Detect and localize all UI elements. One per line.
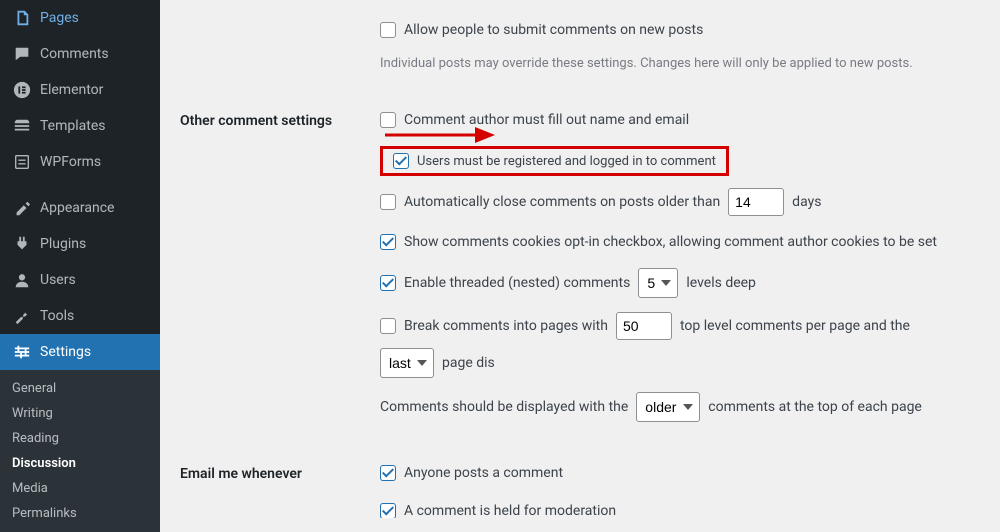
allow-comments-label: Allow people to submit comments on new p… xyxy=(404,22,703,38)
default-article-note: Individual posts may override these sett… xyxy=(380,56,970,71)
break-post-label: page dis xyxy=(442,355,495,371)
sidebar-item-label: Appearance xyxy=(40,200,114,216)
settings-icon xyxy=(12,342,32,362)
submenu-item-media[interactable]: Media xyxy=(0,476,160,501)
sidebar-item-templates[interactable]: Templates xyxy=(0,108,160,144)
author-fill-label: Comment author must fill out name and em… xyxy=(404,112,689,128)
sidebar-item-label: WPForms xyxy=(40,154,101,170)
break-pages-checkbox[interactable] xyxy=(380,318,396,334)
auto-close-checkbox[interactable] xyxy=(380,194,396,210)
sidebar-item-plugins[interactable]: Plugins xyxy=(0,226,160,262)
settings-submenu: General Writing Reading Discussion Media… xyxy=(0,370,160,532)
threaded-levels-select[interactable]: 5 xyxy=(638,268,678,298)
anyone-posts-label: Anyone posts a comment xyxy=(404,465,563,481)
allow-comments-checkbox[interactable] xyxy=(380,22,396,38)
auto-close-pre-label: Automatically close comments on posts ol… xyxy=(404,194,720,210)
pages-icon xyxy=(12,8,32,28)
sidebar-item-settings[interactable]: Settings xyxy=(0,334,160,370)
auto-close-post-label: days xyxy=(792,194,821,210)
cookies-optin-checkbox[interactable] xyxy=(380,234,396,250)
threaded-pre-label: Enable threaded (nested) comments xyxy=(404,275,630,291)
users-icon xyxy=(12,270,32,290)
email-me-heading: Email me whenever xyxy=(180,446,380,518)
held-moderation-checkbox[interactable] xyxy=(380,503,396,518)
sidebar-item-tools[interactable]: Tools xyxy=(0,298,160,334)
sidebar-item-pages[interactable]: Pages xyxy=(0,0,160,36)
break-lastfirst-select[interactable]: last xyxy=(380,348,434,378)
appearance-icon xyxy=(12,198,32,218)
highlight-box: Users must be registered and logged in t… xyxy=(380,146,729,176)
display-post-label: comments at the top of each page xyxy=(708,399,922,415)
break-mid-label: top level comments per page and the xyxy=(680,318,910,334)
sidebar-item-label: Tools xyxy=(40,308,74,324)
elementor-icon xyxy=(12,80,32,100)
sidebar-item-label: Pages xyxy=(40,10,79,26)
sidebar-item-appearance[interactable]: Appearance xyxy=(0,190,160,226)
must-register-checkbox[interactable] xyxy=(393,153,409,169)
sidebar-item-label: Users xyxy=(40,272,76,288)
plugins-icon xyxy=(12,234,32,254)
sidebar-item-label: Templates xyxy=(40,118,106,134)
submenu-item-reading[interactable]: Reading xyxy=(0,426,160,451)
sidebar-item-label: Settings xyxy=(40,344,91,360)
submenu-item-general[interactable]: General xyxy=(0,376,160,401)
sidebar-item-label: Comments xyxy=(40,46,109,62)
auto-close-days-input[interactable] xyxy=(728,188,784,216)
submenu-item-permalinks[interactable]: Permalinks xyxy=(0,501,160,526)
threaded-post-label: levels deep xyxy=(686,275,756,291)
break-pre-label: Break comments into pages with xyxy=(404,318,608,334)
must-register-label: Users must be registered and logged in t… xyxy=(417,154,716,169)
comment-icon xyxy=(12,44,32,64)
tools-icon xyxy=(12,306,32,326)
held-moderation-label: A comment is held for moderation xyxy=(404,503,616,518)
anyone-posts-checkbox[interactable] xyxy=(380,465,396,481)
submenu-item-discussion[interactable]: Discussion xyxy=(0,451,160,476)
threaded-checkbox[interactable] xyxy=(380,275,396,291)
settings-content: Allow people to submit comments on new p… xyxy=(160,0,1000,518)
cookies-optin-label: Show comments cookies opt-in checkbox, a… xyxy=(404,234,937,250)
submenu-item-writing[interactable]: Writing xyxy=(0,401,160,426)
break-perpage-input[interactable] xyxy=(616,312,672,340)
author-fill-checkbox[interactable] xyxy=(380,112,396,128)
display-order-select[interactable]: older xyxy=(636,392,700,422)
sidebar-item-comments[interactable]: Comments xyxy=(0,36,160,72)
templates-icon xyxy=(12,116,32,136)
sidebar-item-wpforms[interactable]: WPForms xyxy=(0,144,160,180)
sidebar-item-label: Plugins xyxy=(40,236,86,252)
wpforms-icon xyxy=(12,152,32,172)
sidebar: Pages Comments Elementor Templates WPFor… xyxy=(0,0,160,518)
display-pre-label: Comments should be displayed with the xyxy=(380,399,628,415)
sidebar-item-users[interactable]: Users xyxy=(0,262,160,298)
other-comment-heading: Other comment settings xyxy=(180,93,380,446)
sidebar-item-label: Elementor xyxy=(40,82,103,98)
sidebar-item-elementor[interactable]: Elementor xyxy=(0,72,160,108)
